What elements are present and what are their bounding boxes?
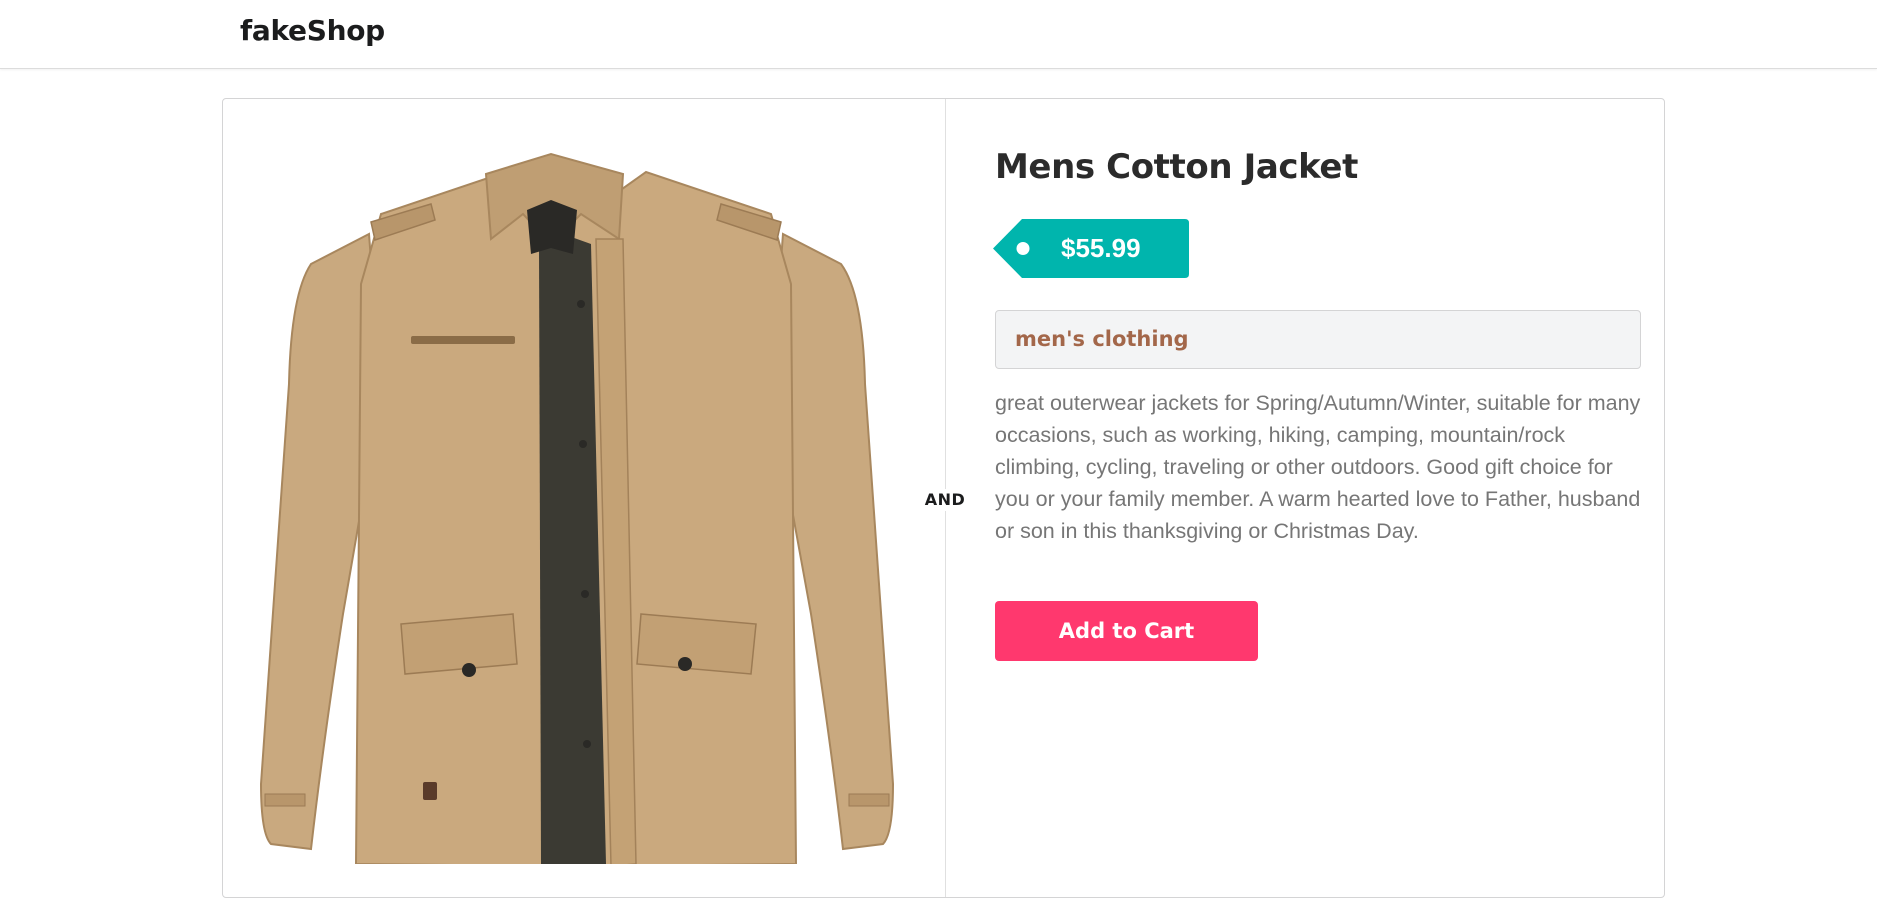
- add-to-cart-button[interactable]: Add to Cart: [995, 601, 1258, 661]
- product-category: men's clothing: [1015, 327, 1189, 351]
- top-navbar: fakeShop: [0, 0, 1877, 69]
- jacket-illustration: [259, 152, 895, 867]
- brand-logo-link[interactable]: fakeShop: [240, 14, 385, 47]
- product-card: AND Mens Cotton Jacket $55.99 men's clot…: [222, 98, 1665, 898]
- product-title: Mens Cotton Jacket: [995, 147, 1358, 187]
- price-tag: $55.99: [993, 219, 1189, 278]
- category-label: men's clothing: [995, 310, 1641, 369]
- product-description: great outerwear jackets for Spring/Autum…: [995, 391, 1641, 543]
- product-image: [251, 144, 901, 867]
- divider-label: AND: [923, 489, 967, 511]
- product-price: $55.99: [1061, 233, 1141, 263]
